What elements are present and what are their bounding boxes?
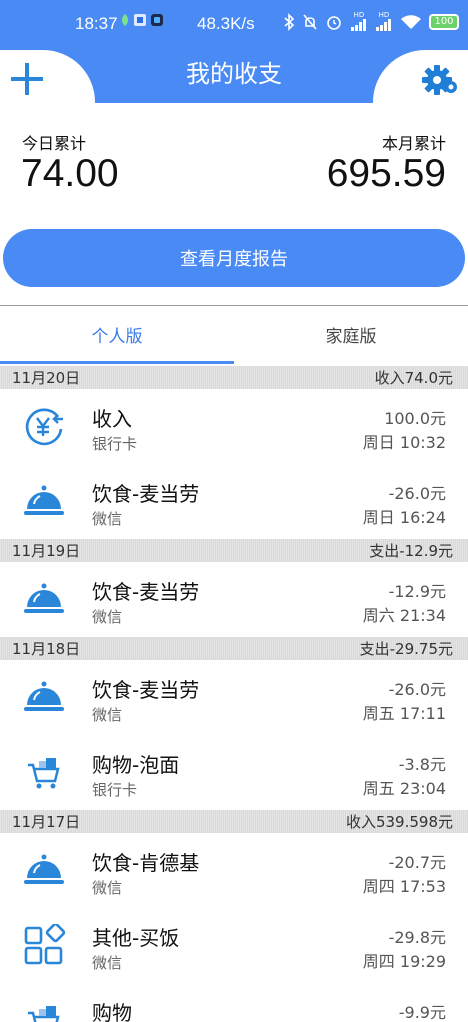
record-account: 微信 xyxy=(92,954,123,972)
monthly-report-button-label: 查看月度报告 xyxy=(180,249,288,270)
notification-app-icon xyxy=(134,14,146,26)
battery-level: 100 xyxy=(434,16,454,27)
status-net-speed: 48.3K/s xyxy=(197,14,255,33)
mute-bell-icon xyxy=(303,13,317,30)
record-account: 微信 xyxy=(92,608,123,626)
record-time: 周日 10:32 xyxy=(362,433,446,452)
record-time: 周四 17:53 xyxy=(362,877,446,896)
day-header: 11月17日 收入539.598元 xyxy=(0,810,468,833)
day-header: 11月20日 收入74.0元 xyxy=(0,366,468,389)
food-cloche-icon xyxy=(22,578,66,622)
shopping-cart-icon xyxy=(22,751,66,795)
record-category: 饮食-麦当劳 xyxy=(92,482,200,506)
signal-hd-2: HD xyxy=(375,12,393,31)
record-account: 微信 xyxy=(92,706,123,724)
month-total-value: 695.59 xyxy=(326,152,446,195)
record-category: 饮食-麦当劳 xyxy=(92,580,200,604)
tab-personal-label: 个人版 xyxy=(91,327,143,347)
record-row[interactable]: 饮食-麦当劳微信 -26.0元周五 17:11 xyxy=(0,660,468,735)
tab-family-label: 家庭版 xyxy=(325,327,377,347)
record-time: 周六 21:34 xyxy=(362,606,446,625)
day-date: 11月20日 xyxy=(12,369,81,387)
record-account: 微信 xyxy=(92,510,123,528)
record-time: 周四 19:29 xyxy=(362,952,446,971)
day-date: 11月18日 xyxy=(12,640,81,658)
status-app-icons xyxy=(120,13,164,27)
record-amount: -3.8元 xyxy=(398,755,446,774)
record-category: 其他-买饭 xyxy=(92,926,180,950)
record-row[interactable]: 饮食-麦当劳微信 -26.0元周日 16:24 xyxy=(0,464,468,539)
add-record-button[interactable] xyxy=(10,62,44,96)
record-amount: -20.7元 xyxy=(388,853,446,872)
record-row[interactable]: 收入银行卡 100.0元周日 10:32 xyxy=(0,389,468,464)
day-date: 11月19日 xyxy=(12,542,81,560)
day-date: 11月17日 xyxy=(12,813,81,831)
other-grid-icon xyxy=(22,922,66,968)
plus-icon xyxy=(11,63,43,95)
battery-indicator: 100 xyxy=(429,13,459,30)
record-account: 银行卡 xyxy=(92,781,138,799)
record-category: 购物 xyxy=(92,1001,132,1022)
settings-button[interactable] xyxy=(422,62,458,98)
food-cloche-icon xyxy=(22,849,66,893)
record-list[interactable]: 11月20日 收入74.0元 收入 银行卡 100.0元 周日 10:32 饮食-麦当劳 微信… xyxy=(0,366,468,1022)
food-cloche-icon xyxy=(22,480,66,524)
record-amount: -29.8元 xyxy=(388,928,446,947)
record-row[interactable]: 购物-泡面银行卡 -3.8元周五 23:04 xyxy=(0,735,468,810)
wifi-icon xyxy=(401,14,421,29)
record-account: 微信 xyxy=(92,879,123,897)
day-total: 收入539.598元 xyxy=(345,813,453,831)
status-bar: 18:37 48.3K/s HD HD 100 xyxy=(0,8,468,42)
record-time: 周五 23:04 xyxy=(362,779,446,798)
day-total: 收入74.0元 xyxy=(374,369,453,387)
notification-square-icon xyxy=(151,14,163,26)
record-category: 饮食-肯德基 xyxy=(92,851,200,875)
bluetooth-icon xyxy=(284,12,295,31)
status-system-icons: HD HD 100 xyxy=(283,12,459,31)
food-cloche-icon xyxy=(22,676,66,720)
record-amount: -9.9元 xyxy=(398,1003,446,1022)
record-amount: -26.0元 xyxy=(388,484,446,503)
status-time: 18:37 xyxy=(75,14,118,33)
section-divider xyxy=(0,305,468,306)
record-amount: 100.0元 xyxy=(384,409,446,428)
today-total-value: 74.00 xyxy=(21,152,119,195)
record-row[interactable]: 购物 -9.9元 xyxy=(0,983,468,1022)
record-category: 收入 xyxy=(92,407,132,431)
tab-personal[interactable]: 个人版 xyxy=(0,322,234,347)
day-header: 11月19日 支出-12.9元 xyxy=(0,539,468,562)
shopping-cart-icon xyxy=(22,999,66,1022)
record-account: 银行卡 xyxy=(92,435,138,453)
gear-icon xyxy=(422,65,457,95)
yuan-income-icon xyxy=(22,405,66,449)
record-row[interactable]: 其他-买饭微信 -29.8元周四 19:29 xyxy=(0,908,468,983)
day-header: 11月18日 支出-29.75元 xyxy=(0,637,468,660)
signal-hd-1-label: HD xyxy=(353,11,365,19)
record-category: 购物-泡面 xyxy=(92,753,180,777)
notification-leaf-icon xyxy=(122,14,128,26)
page-title: 我的收支 xyxy=(186,60,282,88)
day-total: 支出-29.75元 xyxy=(359,640,453,658)
tab-family[interactable]: 家庭版 xyxy=(234,322,468,347)
tab-active-indicator xyxy=(0,361,234,364)
record-time: 周五 17:11 xyxy=(362,704,446,723)
record-row[interactable]: 饮食-麦当劳微信 -12.9元周六 21:34 xyxy=(0,562,468,637)
month-total-label: 本月累计 xyxy=(381,134,446,153)
signal-hd-1: HD xyxy=(350,12,368,31)
day-total: 支出-12.9元 xyxy=(369,542,453,560)
signal-hd-2-label: HD xyxy=(378,11,390,19)
monthly-report-button[interactable]: 查看月度报告 xyxy=(3,229,465,287)
today-total-label: 今日累计 xyxy=(22,134,87,153)
record-amount: -26.0元 xyxy=(388,680,446,699)
record-time: 周日 16:24 xyxy=(362,508,446,527)
record-row[interactable]: 饮食-肯德基微信 -20.7元周四 17:53 xyxy=(0,833,468,908)
alarm-icon xyxy=(327,15,341,30)
record-category: 饮食-麦当劳 xyxy=(92,678,200,702)
record-amount: -12.9元 xyxy=(388,582,446,601)
